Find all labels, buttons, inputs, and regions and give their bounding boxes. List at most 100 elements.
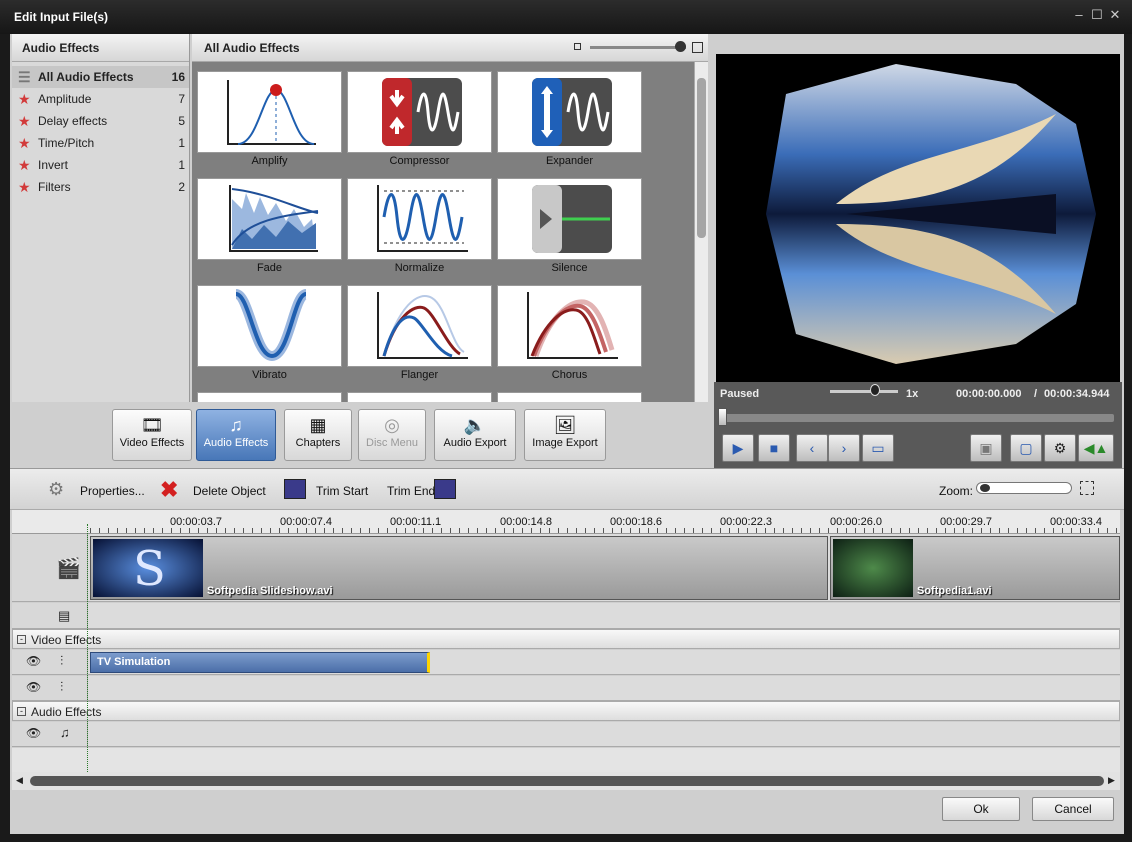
- audio-effects-group[interactable]: - Audio Effects: [12, 701, 1120, 721]
- playback-status: Paused: [720, 388, 760, 400]
- delete-object-button[interactable]: Delete Object: [193, 484, 266, 498]
- speed-knob[interactable]: [870, 384, 880, 396]
- properties-button[interactable]: Properties...: [80, 484, 145, 498]
- category-all[interactable]: ☰ All Audio Effects 16: [12, 66, 189, 88]
- playhead-line: [87, 524, 88, 772]
- effect-label: Vibrato: [252, 369, 287, 381]
- effects-grid: Amplify Compressor Expander Fade Normali…: [192, 62, 694, 402]
- scroll-right-icon[interactable]: ▶: [1108, 775, 1115, 786]
- snapshot-button[interactable]: ▣: [970, 434, 1002, 462]
- chevron-left-icon: ‹: [809, 440, 815, 456]
- time-separator: /: [1034, 388, 1038, 400]
- ruler-label: 00:00:11.1: [390, 516, 442, 528]
- star-icon: ★: [18, 113, 31, 129]
- category-invert[interactable]: ★ Invert 1: [12, 154, 189, 176]
- effect-tile-partial[interactable]: [497, 392, 642, 402]
- ok-button[interactable]: Ok: [942, 797, 1020, 821]
- expander-icon: [532, 78, 612, 146]
- group-label: Video Effects: [31, 633, 102, 647]
- speed-slider[interactable]: [830, 390, 898, 393]
- scrollbar-thumb[interactable]: [697, 78, 706, 238]
- zoom-slider[interactable]: [976, 482, 1072, 494]
- effect-expander[interactable]: [497, 71, 642, 153]
- maximize-button[interactable]: ☐: [1090, 8, 1104, 22]
- zoom-knob[interactable]: [980, 484, 990, 492]
- collapse-icon[interactable]: -: [17, 707, 26, 716]
- ruler-label: 00:00:07.4: [280, 516, 332, 528]
- effect-compressor[interactable]: [347, 71, 492, 153]
- effect-flanger[interactable]: [347, 285, 492, 367]
- seek-bar[interactable]: [720, 414, 1114, 422]
- play-button[interactable]: ▶: [722, 434, 754, 462]
- category-time-pitch[interactable]: ★ Time/Pitch 1: [12, 132, 189, 154]
- ruler-label: 00:00:29.7: [940, 516, 992, 528]
- thumb-size-slider[interactable]: [590, 46, 686, 49]
- eye-icon[interactable]: 👁: [26, 726, 41, 740]
- category-count: 5: [178, 114, 185, 128]
- effect-amplify[interactable]: [197, 71, 342, 153]
- compressor-icon: [382, 78, 462, 146]
- preview-mode-button[interactable]: ▢: [1010, 434, 1042, 462]
- video-effects-button[interactable]: 🎞 Video Effects: [112, 409, 192, 461]
- effect-vibrato[interactable]: [197, 285, 342, 367]
- category-label: Time/Pitch: [38, 136, 95, 150]
- effect-normalize[interactable]: [347, 178, 492, 260]
- category-count: 7: [178, 92, 185, 106]
- scrollbar-thumb[interactable]: [30, 776, 1104, 786]
- eye-icon[interactable]: 👁: [26, 680, 41, 694]
- timeline-scrollbar[interactable]: ◀ ▶: [12, 772, 1120, 790]
- effect-fade[interactable]: [197, 178, 342, 260]
- effect-tile-partial[interactable]: [197, 392, 342, 402]
- close-button[interactable]: ✕: [1108, 8, 1122, 22]
- volume-button[interactable]: ◀▲: [1078, 434, 1114, 462]
- slider-knob[interactable]: [675, 41, 686, 52]
- zoom-fit-icon[interactable]: [1080, 481, 1094, 495]
- video-effects-group[interactable]: - Video Effects: [12, 629, 1120, 649]
- timeline-toolbar: ⚙ Properties... ✖ Delete Object Trim Sta…: [10, 468, 1124, 510]
- cancel-button[interactable]: Cancel: [1032, 797, 1114, 821]
- audio-effects-button[interactable]: ♫ Audio Effects: [196, 409, 276, 461]
- effect-clip-tv-simulation[interactable]: TV Simulation: [90, 652, 430, 673]
- category-panel-header: Audio Effects: [12, 34, 189, 62]
- category-label: Invert: [38, 158, 69, 172]
- trim-end-button[interactable]: Trim End: [387, 484, 435, 498]
- music-note-icon: ♫: [229, 415, 243, 435]
- chapters-button[interactable]: ▦ Chapters: [284, 409, 352, 461]
- trim-start-button[interactable]: Trim Start: [316, 484, 368, 498]
- effect-chorus[interactable]: [497, 285, 642, 367]
- fullscreen-button[interactable]: ▭: [862, 434, 894, 462]
- effect-label: Chorus: [551, 369, 588, 381]
- timeline-ruler[interactable]: 00:00:03.7 00:00:07.4 00:00:11.1 00:00:1…: [12, 510, 1120, 534]
- flanger-icon: [377, 292, 468, 359]
- large-thumbs-icon[interactable]: [692, 42, 703, 53]
- effect-silence[interactable]: [497, 178, 642, 260]
- seek-handle[interactable]: [718, 408, 727, 426]
- category-label: Filters: [38, 180, 71, 194]
- grid-scrollbar[interactable]: [694, 62, 708, 402]
- effects-grid-panel: All Audio Effects Amplify Compressor Exp…: [192, 34, 708, 402]
- image-export-button[interactable]: 🖼 Image Export: [524, 409, 606, 461]
- small-thumbs-icon[interactable]: [574, 43, 581, 50]
- camera-icon: ▣: [979, 440, 993, 456]
- eye-icon[interactable]: 👁: [26, 654, 41, 668]
- category-filters[interactable]: ★ Filters 2: [12, 176, 189, 198]
- category-delay[interactable]: ★ Delay effects 5: [12, 110, 189, 132]
- audio-effect-track: 👁 ♫: [12, 722, 1120, 747]
- speed-label: 1x: [906, 388, 919, 400]
- audio-export-button[interactable]: 🔈 Audio Export: [434, 409, 516, 461]
- minimize-button[interactable]: ‒: [1072, 8, 1086, 22]
- effect-tile-partial[interactable]: [347, 392, 492, 402]
- video-effect-track-2: 👁 ⫶: [12, 676, 1120, 701]
- next-frame-button[interactable]: ›: [828, 434, 860, 462]
- stop-button[interactable]: ■: [758, 434, 790, 462]
- disc-menu-button[interactable]: ◎ Disc Menu: [358, 409, 426, 461]
- scroll-left-icon[interactable]: ◀: [16, 775, 23, 786]
- collapse-icon[interactable]: -: [17, 635, 26, 644]
- track-header: 👁 ♫: [12, 722, 88, 746]
- category-amplitude[interactable]: ★ Amplitude 7: [12, 88, 189, 110]
- effects-toggle-button[interactable]: ⚙: [1044, 434, 1076, 462]
- button-label: Video Effects: [119, 437, 185, 449]
- video-clip-2[interactable]: Softpedia1.avi: [830, 536, 1120, 600]
- video-clip-1[interactable]: S Softpedia Slideshow.avi: [90, 536, 828, 600]
- prev-frame-button[interactable]: ‹: [796, 434, 828, 462]
